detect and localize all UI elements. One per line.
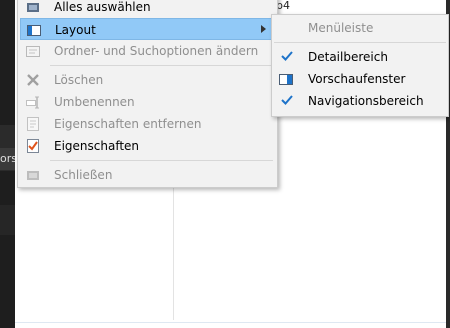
organize-menu: Alles auswählen Layout Ordner- und Sucho… <box>17 0 278 188</box>
menu-item-label: Alles auswählen <box>54 0 151 14</box>
menu-item-remove-properties[interactable]: Eigenschaften entfernen <box>20 113 275 135</box>
submenu-arrow-icon <box>261 25 266 33</box>
menu-item-label: Umbenennen <box>54 95 135 109</box>
menu-separator <box>50 65 273 66</box>
menu-item-label: Eigenschaften <box>54 139 140 153</box>
checkmark-icon <box>281 94 293 106</box>
left-panel-tag: ors <box>0 148 15 170</box>
menu-item-label: Schließen <box>54 168 113 182</box>
rename-icon <box>25 94 41 110</box>
left-dark-panel: ors <box>0 0 15 328</box>
submenu-item-label: Vorschaufenster <box>308 72 406 86</box>
menu-item-select-all[interactable]: Alles auswählen <box>20 0 275 18</box>
submenu-item-menu-bar[interactable]: Menüleiste <box>274 17 446 39</box>
layout-submenu: Menüleiste Detailbereich Vorschaufenster… <box>271 14 449 117</box>
menu-item-properties[interactable]: Eigenschaften <box>20 135 275 157</box>
delete-x-icon <box>25 72 41 88</box>
menu-item-label: Löschen <box>54 73 104 87</box>
submenu-item-details-pane[interactable]: Detailbereich <box>274 46 446 68</box>
menu-separator <box>50 160 273 161</box>
left-panel-strip-2 <box>0 205 15 235</box>
menu-separator <box>274 42 446 43</box>
submenu-item-navigation-pane[interactable]: Navigationsbereich <box>274 90 446 112</box>
submenu-item-label: Navigationsbereich <box>308 94 424 108</box>
background-filename-text: p4 <box>276 0 290 12</box>
submenu-item-label: Detailbereich <box>308 50 388 64</box>
menu-item-label: Ordner- und Suchoptionen ändern <box>54 44 259 58</box>
submenu-item-label: Menüleiste <box>308 21 374 35</box>
preview-pane-icon <box>278 71 294 87</box>
bottom-border <box>15 322 446 323</box>
menu-item-folder-options[interactable]: Ordner- und Suchoptionen ändern <box>20 40 275 62</box>
menu-item-label: Layout <box>55 23 96 37</box>
submenu-item-preview-pane[interactable]: Vorschaufenster <box>274 68 446 90</box>
properties-icon <box>25 138 41 154</box>
menu-item-delete[interactable]: Löschen <box>20 69 275 91</box>
folder-options-icon <box>25 43 41 59</box>
select-all-icon <box>25 0 41 15</box>
menu-item-layout[interactable]: Layout <box>20 18 275 40</box>
layout-icon <box>26 22 42 38</box>
pane-divider <box>173 186 174 320</box>
remove-properties-icon <box>25 116 41 132</box>
menu-item-rename[interactable]: Umbenennen <box>20 91 275 113</box>
menu-item-label: Eigenschaften entfernen <box>54 117 202 131</box>
menu-item-close[interactable]: Schließen <box>20 164 275 186</box>
checkmark-icon <box>281 50 293 62</box>
close-window-icon <box>25 167 41 183</box>
